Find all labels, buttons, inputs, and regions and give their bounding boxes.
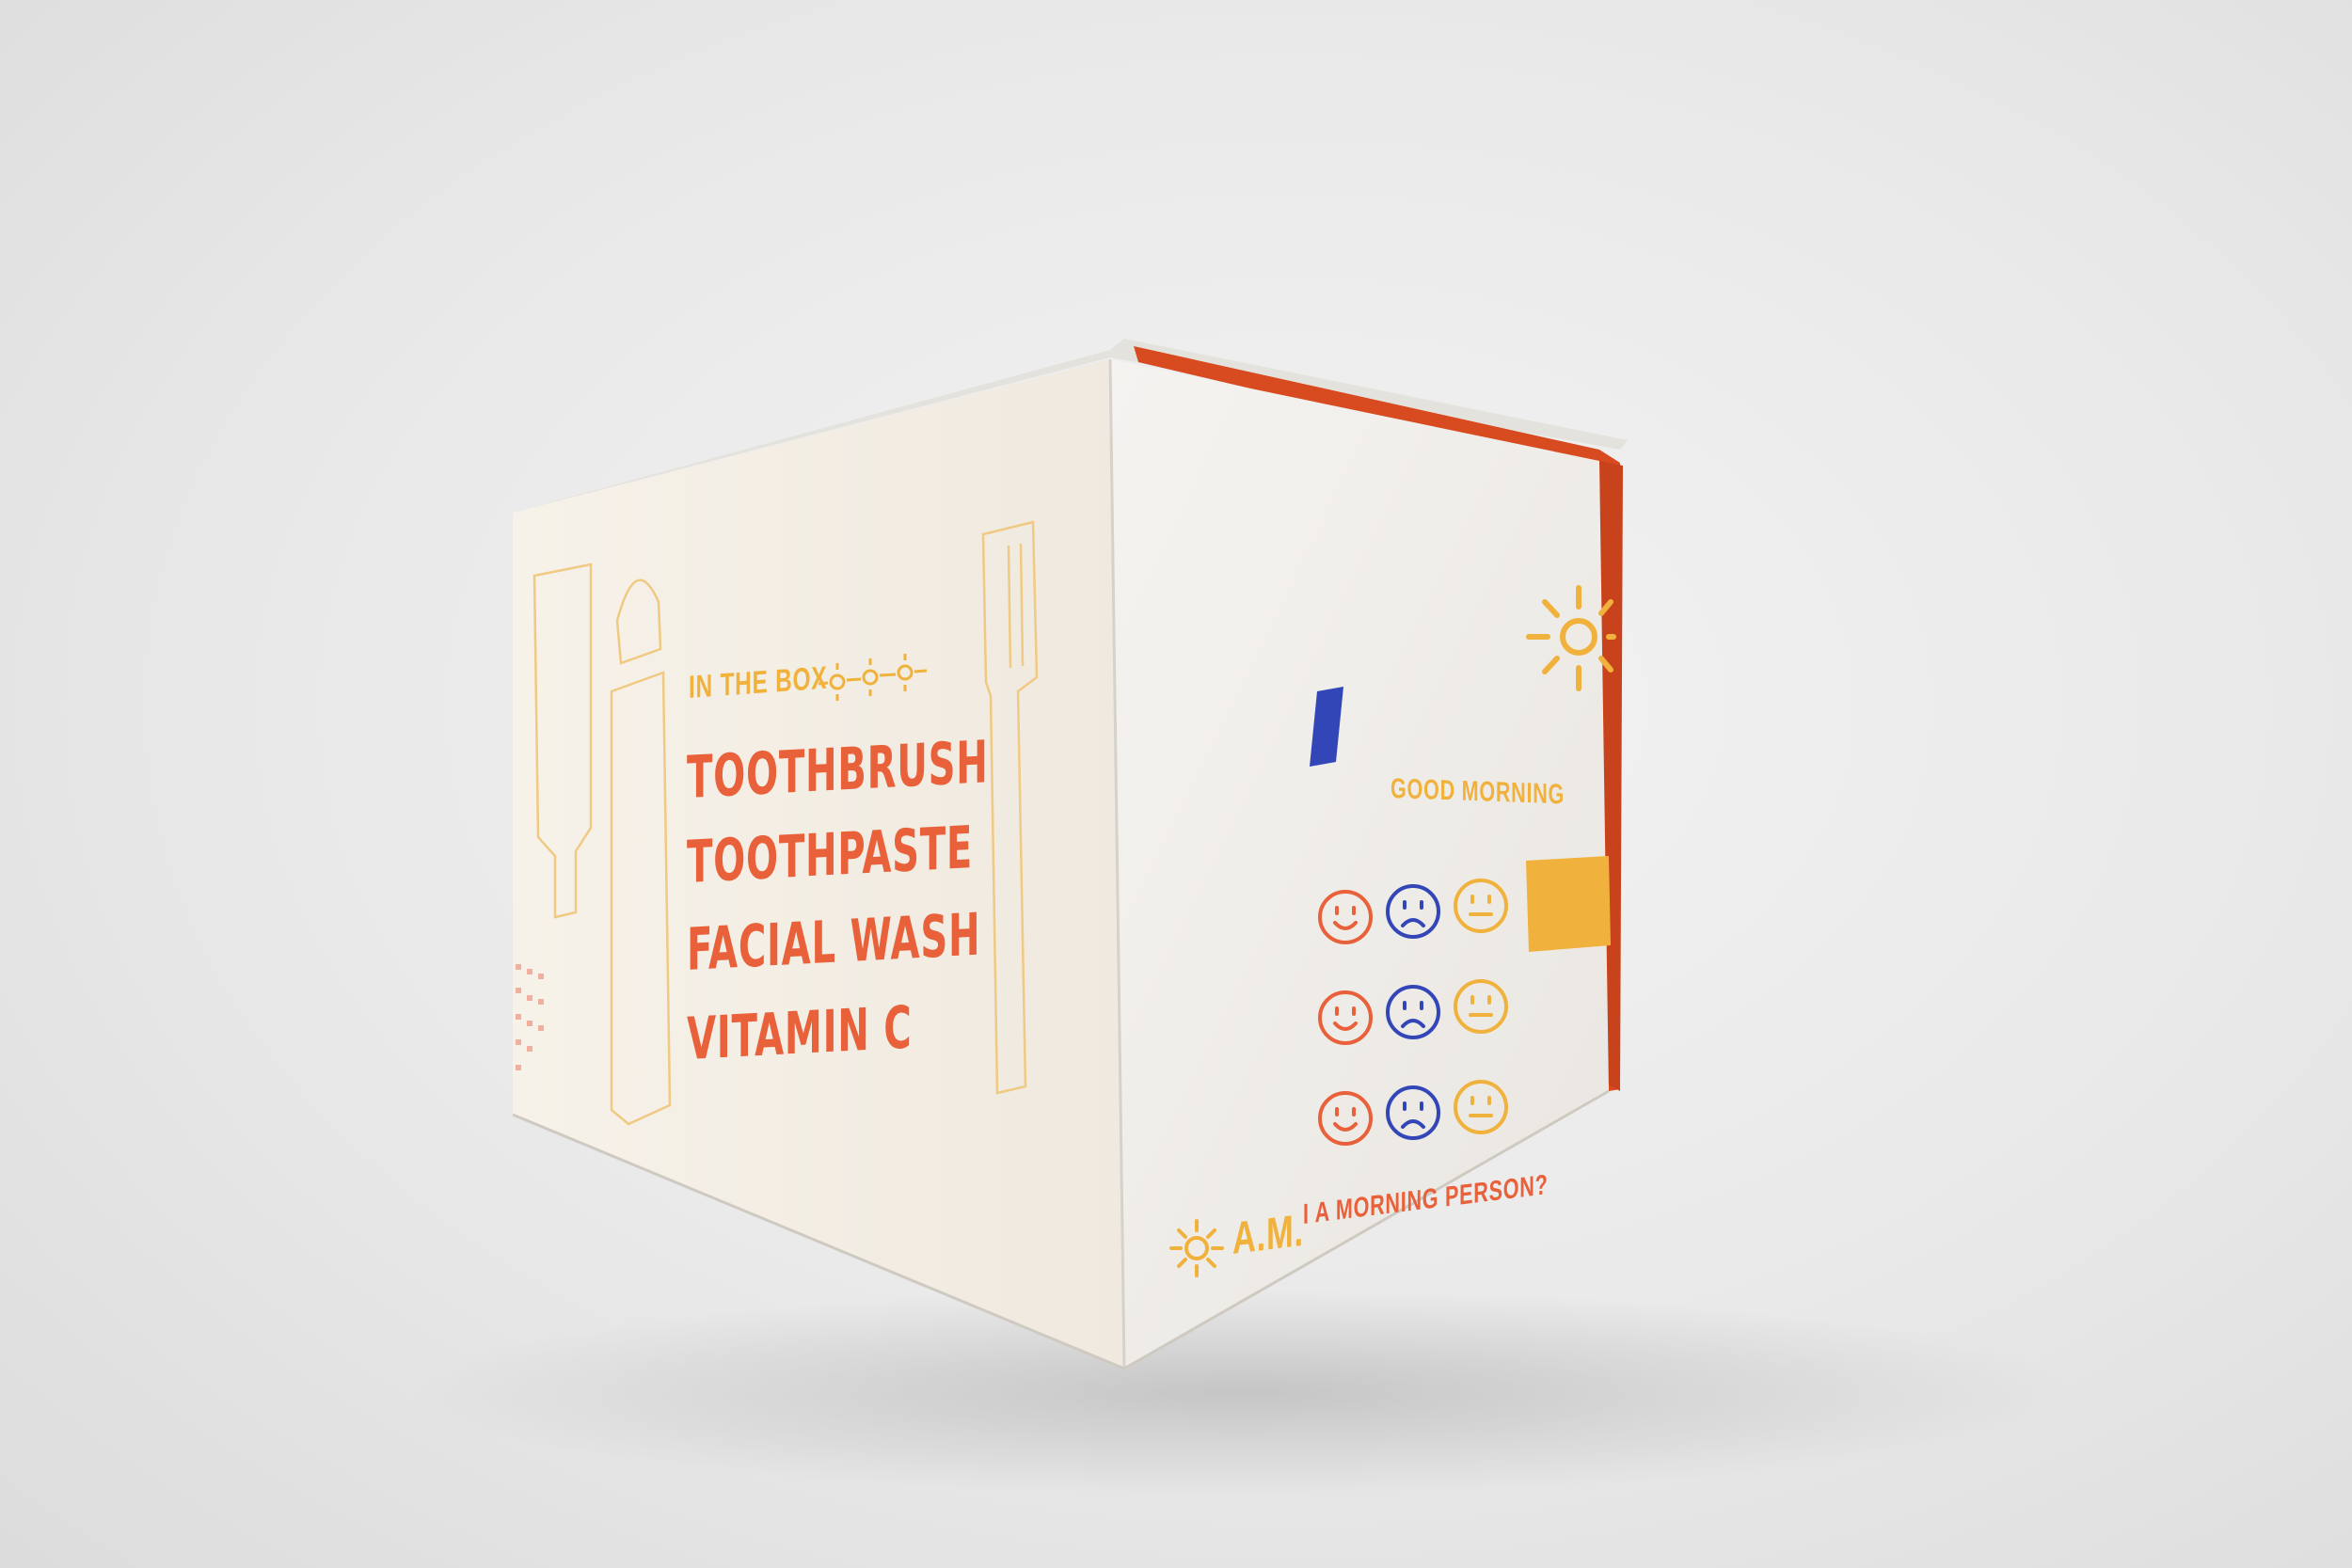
list-item-vitamin-c: VITAMIN C xyxy=(687,992,913,1073)
am-brand-text: A.M. xyxy=(1232,1205,1304,1264)
floor-shadow xyxy=(414,1289,2070,1496)
good-morning-text: GOOD MORNING xyxy=(1391,773,1565,811)
product-photo-scene: IN THE BOX TOOTHBRUSH TOOTHPASTE FACIAL … xyxy=(0,0,2352,1568)
box-illustration xyxy=(414,339,2070,1496)
yellow-tab xyxy=(1526,856,1611,952)
